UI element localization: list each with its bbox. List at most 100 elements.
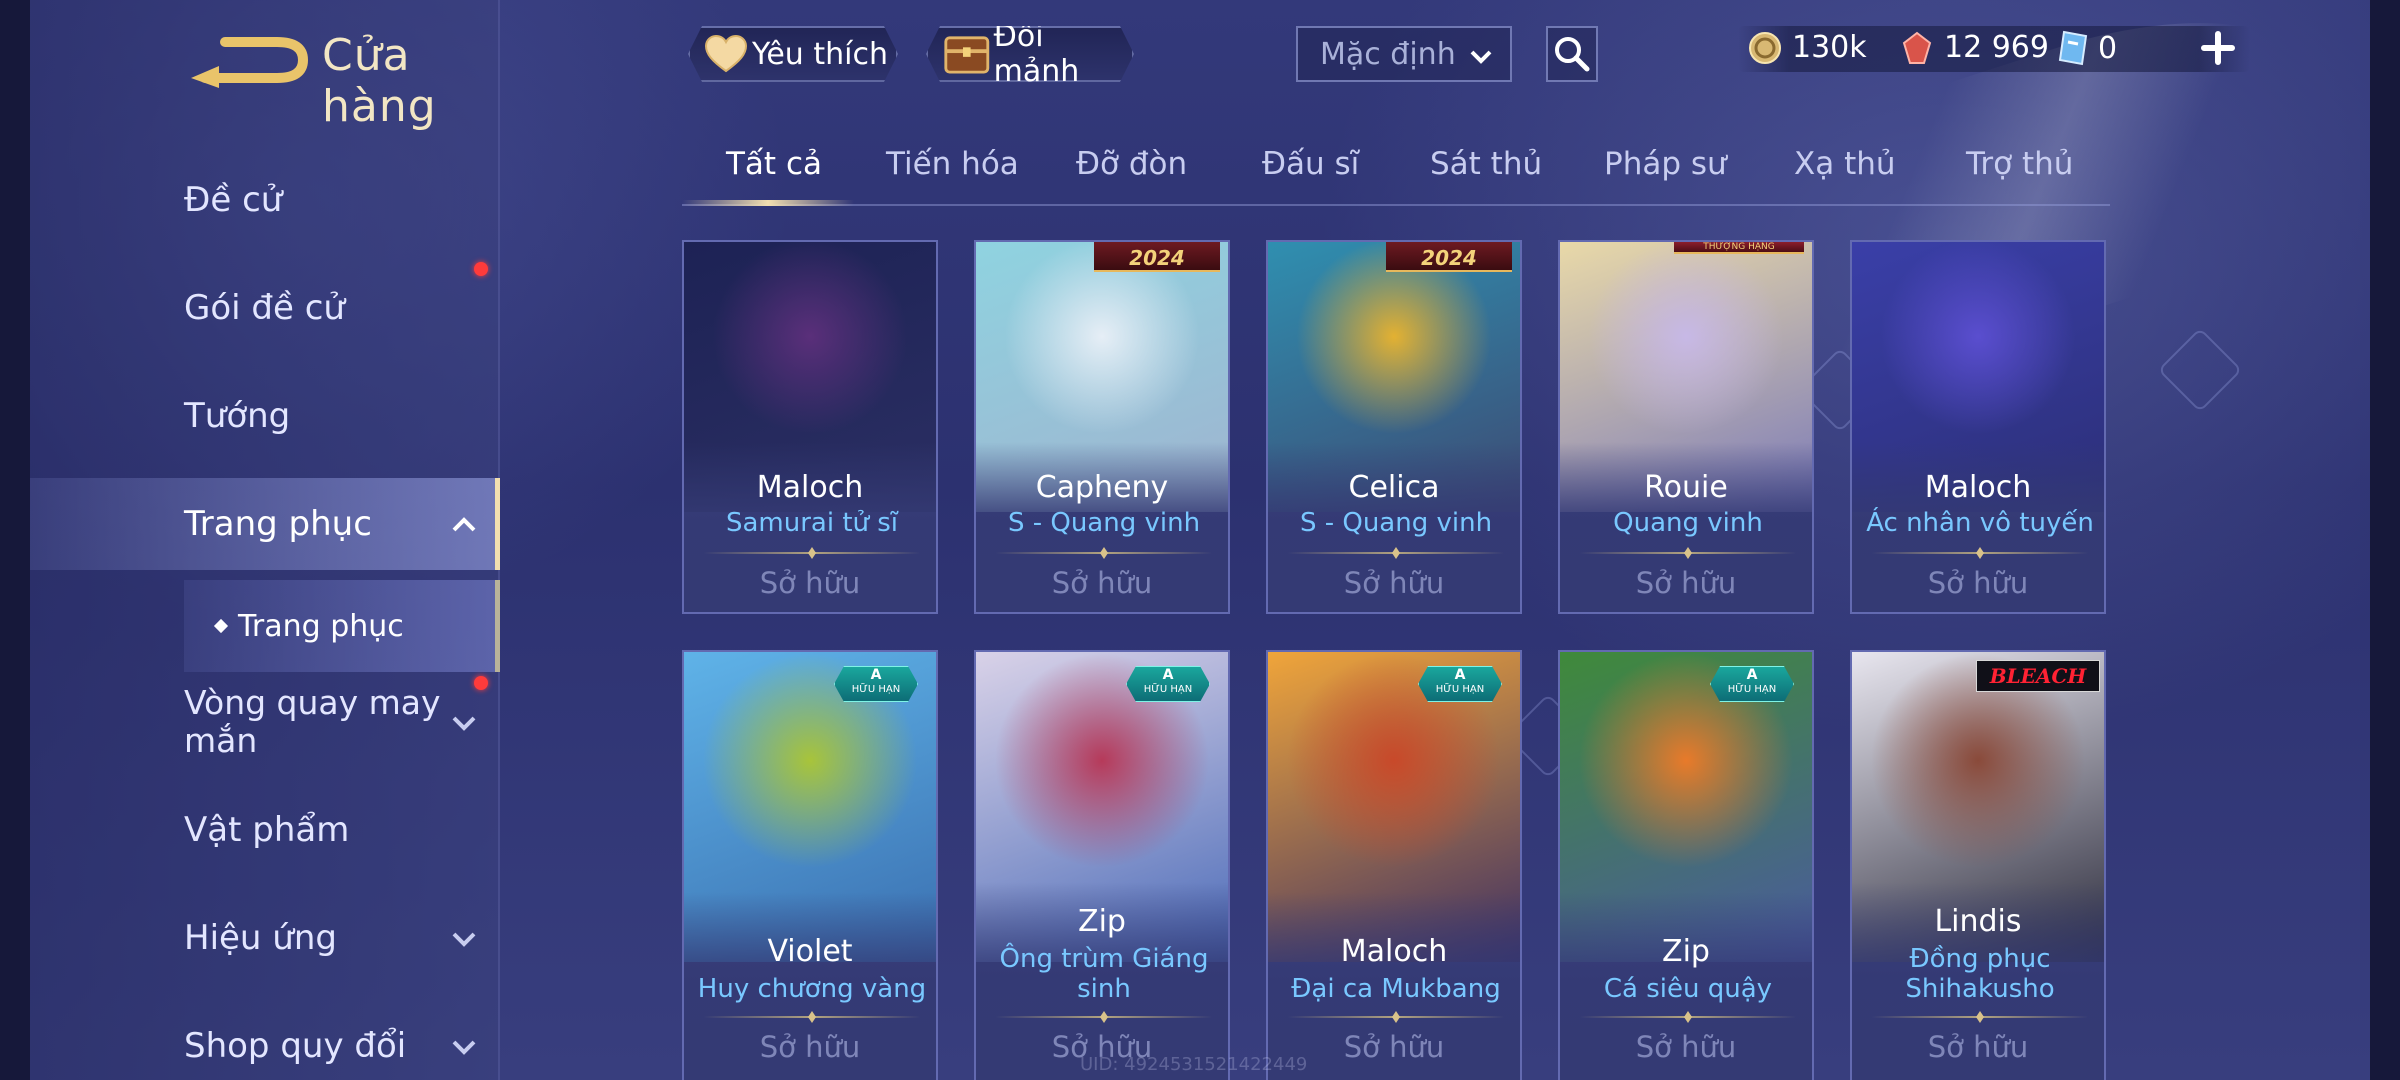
skin-card[interactable]: BLEACH Lindis Đồng phục Shihakusho Sở hữ… [1850,650,2106,1080]
sidebar-item-heroes[interactable]: Tướng [30,370,500,462]
premium-ribbon-badge: THƯỢNG HẠNG [1674,242,1804,254]
sidebar-item-label: Đề cử [184,180,283,220]
card-divider [996,1016,1212,1018]
treasure-chest-icon [942,31,992,77]
sidebar-subitem-label: Trang phục [238,608,404,644]
chevron-up-icon [452,517,476,532]
tab-assassin[interactable]: Sát thủ [1430,146,1542,182]
skin-name: S - Quang vinh [1299,508,1493,538]
rank-letter: A [1746,667,1758,683]
skin-name: Huy chương vàng [697,974,927,1004]
sidebar-item-exchange-shop[interactable]: Shop quy đổi [30,1000,500,1080]
chevron-down-icon [452,716,476,731]
screen-edge-right [2370,0,2400,1080]
search-button[interactable] [1546,26,1598,82]
rank-a-limited-badge: A HỮU HẠN [834,666,918,702]
card-divider [1288,1016,1504,1018]
skin-card[interactable]: A HỮU HẠN Zip Cá siêu quậy Sở hữu [1558,650,1814,1080]
skin-card[interactable]: Maloch Samurai tử sĩ Sở hữu [682,240,938,614]
hero-name: Rouie [1644,470,1728,505]
tab-evolution[interactable]: Tiến hóa [886,146,1019,182]
owned-status: Sở hữu [1343,566,1445,600]
notification-dot [474,676,488,690]
skin-name: S - Quang vinh [1007,508,1201,538]
skin-name: Đại ca Mukbang [1291,974,1501,1004]
tab-support[interactable]: Trợ thủ [1966,146,2073,182]
limited-label: HỮU HẠN [851,684,901,695]
skin-card[interactable]: 2024 Capheny S - Quang vinh Sở hữu [974,240,1230,614]
skin-card[interactable]: A HỮU HẠN Maloch Đại ca Mukbang Sở hữu [1266,650,1522,1080]
chevron-down-icon [452,932,476,947]
tab-marksman[interactable]: Xạ thủ [1794,146,1896,182]
sort-dropdown-value: Mặc định [1320,36,1456,72]
gold-amount: 130k [1792,30,1867,65]
sidebar-subitem-skins[interactable]: Trang phục [184,580,500,672]
tab-fighter[interactable]: Đấu sĩ [1262,146,1359,182]
sidebar-item-lucky-spin[interactable]: Vòng quay may mắn [30,676,500,768]
skin-name: Samurai tử sĩ [725,508,899,538]
owned-status: Sở hữu [1927,566,2029,600]
owned-status: Sở hữu [759,566,861,600]
page-title: Cửa hàng [322,30,437,132]
skin-name: Cá siêu quậy [1603,974,1773,1004]
card-divider [1872,1016,2088,1018]
sidebar-item-recommended[interactable]: Đề cử [30,154,500,246]
sidebar-item-label: Gói đề cử [184,288,345,328]
hero-name: Zip [1662,934,1710,969]
sort-dropdown[interactable]: Mặc định [1296,26,1512,82]
skin-card[interactable]: A HỮU HẠN Violet Huy chương vàng Sở hữu [682,650,938,1080]
rank-a-limited-badge: A HỮU HẠN [1418,666,1502,702]
exchange-shards-button[interactable]: Đổi mảnh [926,26,1134,82]
heart-icon [704,34,748,74]
voucher-amount: 12 969 [1944,30,2049,65]
add-currency-button[interactable] [2198,28,2238,68]
rank-a-limited-badge: A HỮU HẠN [1126,666,1210,702]
card-divider [996,552,1212,554]
rank-a-limited-badge: A HỮU HẠN [1710,666,1794,702]
shop-screen: Cửa hàng Đề cử Gói đề cử Tướng Trang phụ… [0,0,2400,1080]
favorites-button[interactable]: Yêu thích [688,26,898,82]
skin-card[interactable]: THƯỢNG HẠNG Rouie Quang vinh Sở hữu [1558,240,1814,614]
rank-letter: A [1162,667,1174,683]
search-icon [1555,37,1590,72]
sidebar-item-label: Trang phục [184,504,372,544]
favorites-label: Yêu thích [752,36,888,72]
notification-dot [474,262,488,276]
limited-label: HỮU HẠN [1727,684,1777,695]
skin-card[interactable]: Maloch Ác nhân vô tuyến Sở hữu [1850,240,2106,614]
sidebar-item-recommended-packs[interactable]: Gói đề cử [30,262,500,354]
gold-currency: 130k [1748,30,1867,65]
back-button[interactable] [185,30,315,90]
sidebar-item-label: Shop quy đổi [184,1026,407,1066]
sidebar-item-items[interactable]: Vật phẩm [30,784,500,876]
tab-mage[interactable]: Pháp sư [1604,146,1727,182]
ticket-icon [2058,30,2088,66]
sidebar-item-label: Vòng quay may mắn [184,683,441,760]
tab-tank[interactable]: Đỡ đòn [1076,146,1187,182]
sidebar-item-effects[interactable]: Hiệu ứng [30,892,500,984]
tab-all[interactable]: Tất cả [726,146,822,182]
chevron-down-icon [452,1040,476,1055]
card-divider [704,1016,920,1018]
skin-name: Đồng phục Shihakusho [1905,944,2055,1004]
active-tab-indicator [682,200,854,206]
rank-letter: A [870,667,882,683]
owned-status: Sở hữu [1051,566,1153,600]
hero-name: Lindis [1934,904,2022,939]
gold-coin-icon [1749,31,1781,64]
sidebar-item-skins[interactable]: Trang phục [30,478,500,570]
year-2024-badge: 2024 [1094,242,1220,272]
card-divider [1872,552,2088,554]
sidebar-item-label: Vật phẩm [184,810,350,850]
bullet-icon [213,618,229,634]
year-2024-badge: 2024 [1386,242,1512,272]
skin-card[interactable]: A HỮU HẠN Zip Ông trùm Giáng sinh Sở hữu [974,650,1230,1080]
skin-card[interactable]: 2024 Celica S - Quang vinh Sở hữu [1266,240,1522,614]
back-arrow-icon [191,37,309,88]
user-id-watermark: UID: 4924531521422449 [1080,1054,1308,1075]
exchange-shards-label: Đổi mảnh [993,19,1080,89]
skin-name: Quang vinh [1613,508,1763,538]
hero-name: Celica [1348,470,1440,505]
owned-status: Sở hữu [1927,1030,2029,1064]
category-tabs: Tất cả Tiến hóa Đỡ đòn Đấu sĩ Sát thủ Ph… [682,140,2110,206]
